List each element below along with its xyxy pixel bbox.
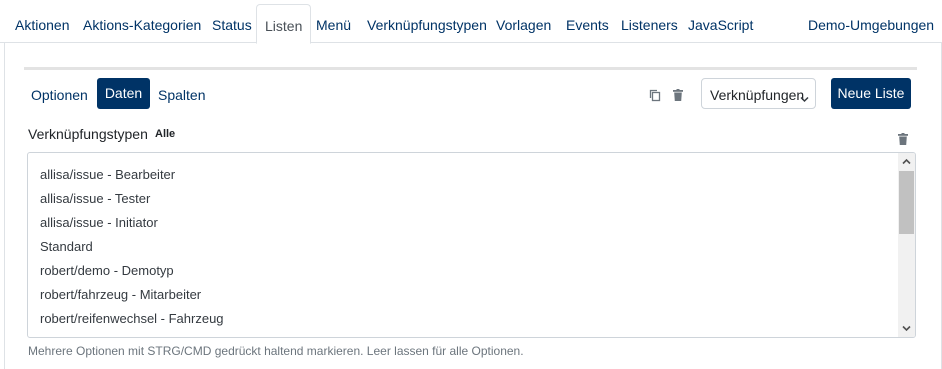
list-item[interactable]: robert/fahrzeug - Mitarbeiter xyxy=(40,287,201,302)
demo-environments-link[interactable]: Demo-Umgebungen xyxy=(808,17,934,33)
tab-status[interactable]: Status xyxy=(212,17,252,33)
subtab-optionen[interactable]: Optionen xyxy=(31,87,88,103)
list-item[interactable]: Standard xyxy=(40,239,93,254)
chevron-up-icon[interactable] xyxy=(898,153,915,170)
tab-listeners[interactable]: Listeners xyxy=(621,17,678,33)
tab-aktions-kategorien[interactable]: Aktions-Kategorien xyxy=(83,17,201,33)
new-list-button[interactable]: Neue Liste xyxy=(831,78,911,109)
trash-icon[interactable] xyxy=(673,89,687,103)
chevron-down-icon[interactable] xyxy=(898,320,915,337)
select-value: Verknüpfungen xyxy=(710,87,805,103)
link-type-select[interactable]: Verknüpfungen xyxy=(701,78,816,109)
list-item[interactable]: allisa/issue - Bearbeiter xyxy=(40,167,175,182)
all-badge: Alle xyxy=(155,128,176,140)
copy-icon[interactable] xyxy=(649,89,663,103)
chevron-down-icon xyxy=(800,90,809,106)
scrollbar[interactable] xyxy=(898,153,915,337)
tab-listen[interactable]: Listen xyxy=(256,4,312,44)
field-label: Verknüpfungstypen xyxy=(28,126,148,142)
subtab-daten[interactable]: Daten xyxy=(97,78,150,109)
tab-events[interactable]: Events xyxy=(566,17,609,33)
list-item[interactable]: robert/reifenwechsel - Fahrzeug xyxy=(40,311,224,326)
tab-verknuepfungstypen[interactable]: Verknüpfungstypen xyxy=(367,17,487,33)
list-item[interactable]: allisa/issue - Initiator xyxy=(40,215,158,230)
tab-javascript[interactable]: JavaScript xyxy=(688,17,753,33)
list-item[interactable]: allisa/issue - Tester xyxy=(40,191,150,206)
tab-menue[interactable]: Menü xyxy=(316,17,351,33)
scroll-thumb[interactable] xyxy=(899,171,914,234)
top-navigation: Aktionen Aktions-Kategorien Status Liste… xyxy=(0,0,942,44)
subtab-spalten[interactable]: Spalten xyxy=(158,87,205,103)
help-text: Mehrere Optionen mit STRG/CMD gedrückt h… xyxy=(28,344,524,358)
list-item[interactable]: robert/demo - Demotyp xyxy=(40,263,174,278)
link-types-multiselect[interactable]: allisa/issue - Bearbeiter allisa/issue -… xyxy=(27,152,916,338)
tab-aktionen[interactable]: Aktionen xyxy=(15,17,69,33)
tab-vorlagen[interactable]: Vorlagen xyxy=(496,17,551,33)
trash-icon[interactable] xyxy=(898,133,912,147)
